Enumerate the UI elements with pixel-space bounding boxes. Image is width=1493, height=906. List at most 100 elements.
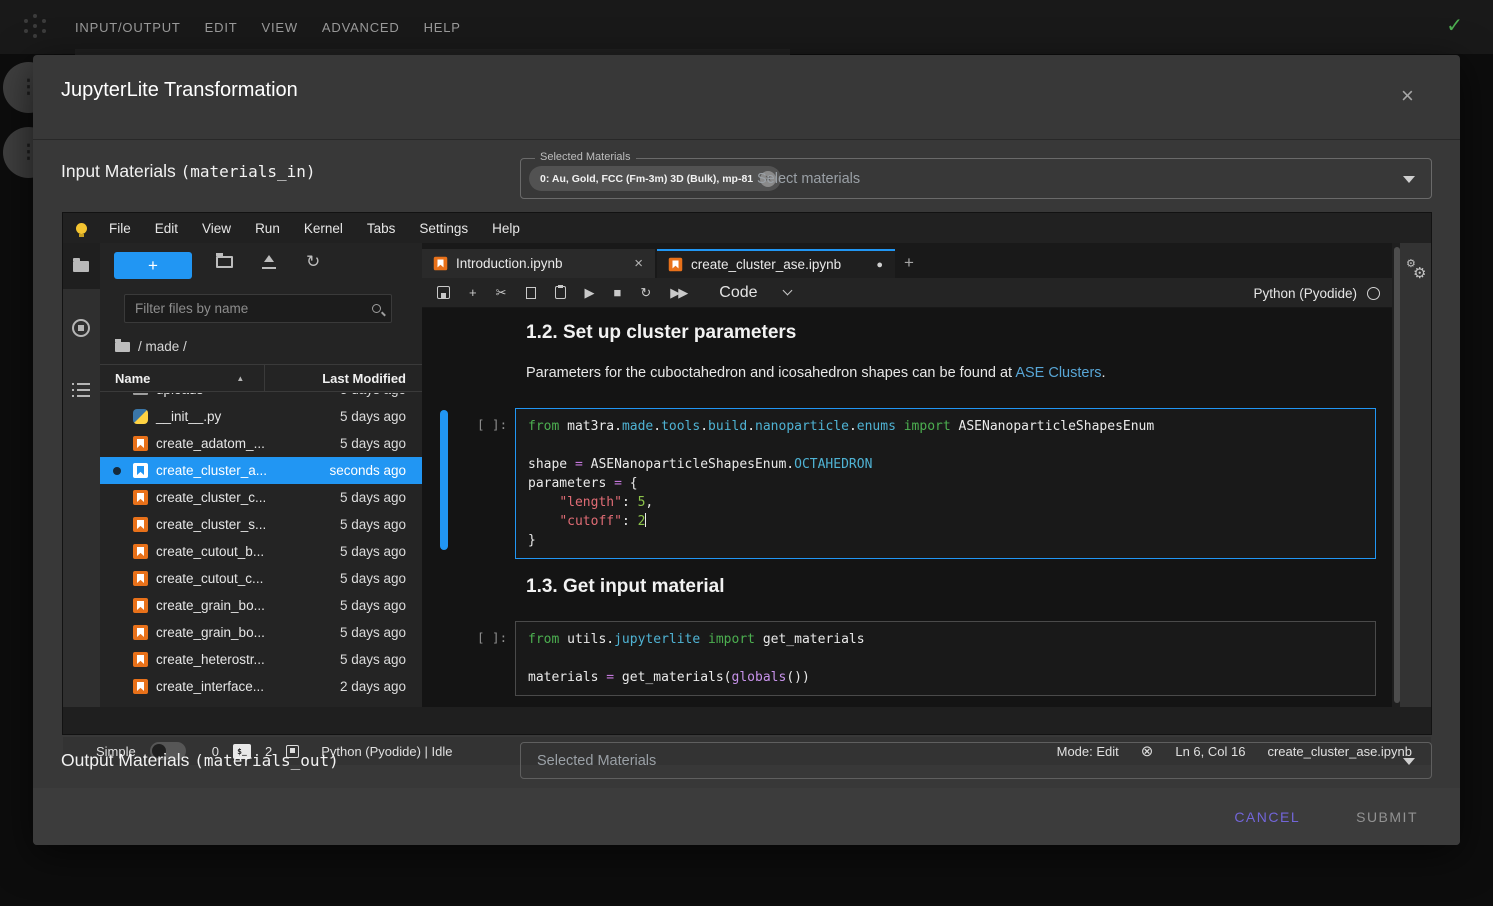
add-tab-button[interactable]: + — [904, 253, 914, 273]
upload-icon — [262, 255, 276, 269]
restart-kernel-button[interactable]: ↻ — [640, 286, 651, 299]
input-materials-label: Input Materials (materials_in) — [61, 161, 316, 182]
cell-prompt: [ ]: — [477, 630, 507, 645]
stop-kernel-button[interactable]: ■ — [614, 285, 622, 300]
output-materials-label-text: Output Materials — [61, 750, 194, 770]
tab-label: create_cluster_ase.ipynb — [691, 257, 841, 272]
chevron-down-icon[interactable] — [1403, 176, 1415, 183]
file-row[interactable]: uploads5 days ago — [100, 393, 422, 403]
new-launcher-button[interactable]: + — [114, 252, 192, 279]
upload-button[interactable] — [262, 255, 276, 274]
lab-menu-item-tabs[interactable]: Tabs — [355, 221, 408, 236]
check-icon[interactable]: ✓ — [1446, 13, 1463, 38]
file-name: create_adatom_... — [156, 436, 265, 451]
file-modified: 5 days ago — [340, 517, 406, 532]
lab-menu-item-kernel[interactable]: Kernel — [292, 221, 355, 236]
file-row[interactable]: create_cluster_c...5 days ago — [100, 484, 422, 511]
copy-cell-button[interactable] — [526, 287, 536, 299]
cell-prompt: [ ]: — [477, 417, 507, 432]
file-row[interactable]: create_heterostr...5 days ago — [100, 646, 422, 673]
notebook-toolbar: + ✂ ▶ ■ ↻ ▶▶ Code Python (Pyodid — [422, 278, 1392, 308]
lab-menu-item-help[interactable]: Help — [480, 221, 532, 236]
notebook-file-icon — [434, 257, 448, 271]
tab-introduction[interactable]: Introduction.ipynb × — [422, 249, 656, 278]
copy-icon — [526, 287, 536, 299]
restart-run-all-button[interactable]: ▶▶ — [670, 285, 686, 301]
breadcrumb-path: / made / — [138, 339, 187, 354]
tab-create-cluster-ase[interactable]: create_cluster_ase.ipynb ● — [657, 249, 895, 278]
notebook-file-icon — [133, 463, 148, 478]
cancel-button[interactable]: CANCEL — [1228, 808, 1306, 826]
lab-menu-item-view[interactable]: View — [190, 221, 243, 236]
file-list: uploads5 days ago__init__.py5 days agocr… — [100, 393, 422, 707]
file-row[interactable]: create_grain_bo...5 days ago — [100, 619, 422, 646]
file-list-header[interactable]: Name ▲ Last Modified — [100, 364, 422, 392]
file-modified: 5 days ago — [340, 625, 406, 640]
unsaved-changes-icon[interactable]: ● — [876, 259, 883, 271]
paragraph-period: . — [1102, 365, 1106, 381]
file-modified: 5 days ago — [340, 652, 406, 667]
cut-cell-button[interactable]: ✂ — [496, 285, 507, 301]
cell-type-dropdown[interactable]: Code — [719, 284, 790, 302]
kernel-status-text[interactable]: Python (Pyodide) | Idle — [321, 744, 452, 759]
ase-clusters-link[interactable]: ASE Clusters — [1015, 365, 1101, 381]
code-editor[interactable]: from mat3ra.made.tools.build.nanoparticl… — [515, 408, 1376, 559]
gear-icon: ⚙ — [1413, 264, 1426, 282]
input-materials-select[interactable]: Selected Materials 0: Au, Gold, FCC (Fm-… — [520, 158, 1432, 199]
file-modified: 5 days ago — [340, 598, 406, 613]
lab-menu-item-edit[interactable]: Edit — [143, 221, 190, 236]
column-last-modified[interactable]: Last Modified — [322, 371, 406, 386]
selected-materials-legend: Selected Materials — [535, 151, 636, 163]
paste-cell-button[interactable] — [555, 286, 566, 299]
notebook-file-icon — [669, 258, 683, 272]
file-row[interactable]: __init__.py5 days ago — [100, 403, 422, 430]
kernel-selector[interactable]: Python (Pyodide) — [1253, 278, 1380, 308]
file-modified: 2 days ago — [340, 679, 406, 694]
top-menu-item-edit[interactable]: EDIT — [205, 20, 238, 35]
top-menu-item-input-output[interactable]: INPUT/OUTPUT — [75, 20, 181, 35]
file-row[interactable]: create_grain_bo...5 days ago — [100, 592, 422, 619]
file-browser-icon[interactable] — [73, 261, 89, 272]
refresh-button[interactable]: ↻ — [306, 253, 320, 270]
lab-menu-item-file[interactable]: File — [97, 221, 143, 236]
lab-menu-item-settings[interactable]: Settings — [407, 221, 480, 236]
file-row[interactable]: create_cluster_a...seconds ago — [100, 457, 422, 484]
code-editor[interactable]: from utils.jupyterlite import get_materi… — [515, 621, 1376, 696]
kernel-name: Python (Pyodide) — [1253, 286, 1357, 301]
running-sessions-icon[interactable] — [72, 319, 90, 337]
breadcrumb[interactable]: / made / — [115, 339, 187, 354]
filter-files-input[interactable]: Filter files by name — [124, 294, 392, 323]
file-row[interactable]: create_cluster_s...5 days ago — [100, 511, 422, 538]
lab-menu-item-run[interactable]: Run — [243, 221, 292, 236]
file-row[interactable]: create_interface... 2 days ago — [100, 673, 422, 700]
jupyterlab-body: + ↻ Filter files by name / made / Name — [63, 243, 1431, 707]
output-materials-select[interactable]: Selected Materials — [520, 742, 1432, 779]
file-modified: 5 days ago — [340, 393, 406, 397]
submit-button[interactable]: SUBMIT — [1350, 808, 1424, 826]
run-cell-button[interactable]: ▶ — [585, 285, 595, 301]
kernel-status-icon — [1367, 287, 1380, 300]
top-menu-item-view[interactable]: VIEW — [261, 20, 297, 35]
new-folder-button[interactable] — [216, 255, 233, 273]
file-row[interactable]: create_adatom_...5 days ago — [100, 430, 422, 457]
screen: INPUT/OUTPUTEDITVIEWADVANCEDHELP ✓ ⋮ ⋮ J… — [0, 0, 1493, 906]
dialog-close-icon[interactable]: × — [1401, 85, 1414, 107]
table-of-contents-icon[interactable] — [72, 383, 90, 397]
top-menu-item-help[interactable]: HELP — [424, 20, 461, 35]
file-row[interactable]: create_cutout_c...5 days ago — [100, 565, 422, 592]
save-button[interactable] — [437, 286, 450, 299]
add-cell-button[interactable]: + — [469, 286, 477, 299]
file-name: create_interface... — [156, 679, 264, 694]
cell-collapser[interactable] — [440, 410, 448, 550]
jupyterlite-transformation-dialog: JupyterLite Transformation × Input Mater… — [33, 55, 1460, 845]
notebook-file-icon — [133, 625, 148, 640]
file-row[interactable]: create_cutout_b...5 days ago — [100, 538, 422, 565]
chevron-down-icon — [782, 286, 792, 296]
column-name[interactable]: Name — [115, 371, 150, 386]
chevron-down-icon[interactable] — [1403, 758, 1415, 765]
material-chip[interactable]: 0: Au, Gold, FCC (Fm-3m) 3D (Bulk), mp-8… — [529, 166, 781, 191]
notebook-file-icon — [133, 598, 148, 613]
top-menu-item-advanced[interactable]: ADVANCED — [322, 20, 400, 35]
close-tab-icon[interactable]: × — [634, 255, 643, 272]
lightbulb-icon[interactable] — [76, 223, 87, 234]
